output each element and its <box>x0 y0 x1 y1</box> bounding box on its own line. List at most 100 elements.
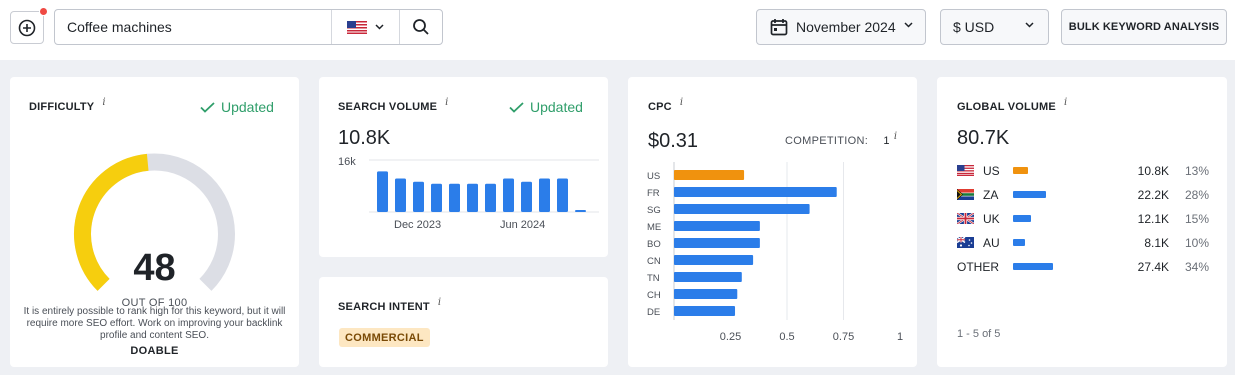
plus-circle-icon <box>18 19 36 36</box>
search-volume-title: SEARCH VOLUME i <box>338 97 449 113</box>
sv-bar[interactable] <box>503 178 514 212</box>
sv-bar[interactable] <box>539 178 550 212</box>
difficulty-title-text: DIFFICULTY <box>29 101 95 113</box>
info-icon[interactable]: i <box>438 297 441 308</box>
sv-x-label-dec-2023: Dec 2023 <box>394 219 442 231</box>
search-volume-title-text: SEARCH VOLUME <box>338 101 438 113</box>
cpc-x-tick-label: 0.75 <box>833 331 854 343</box>
gv-row-au: AU 8.1K 10% <box>957 235 1209 251</box>
info-icon[interactable]: i <box>680 97 683 108</box>
cpc-category-label: DE <box>647 307 660 318</box>
cpc-bar[interactable] <box>674 221 760 231</box>
sv-bar[interactable] <box>395 178 406 212</box>
difficulty-level: DOABLE <box>130 345 179 357</box>
cpc-bar[interactable] <box>674 272 742 282</box>
currency-select[interactable]: $ USD <box>940 9 1049 45</box>
difficulty-title: DIFFICULTY i <box>29 97 106 113</box>
info-icon[interactable]: i <box>102 97 105 108</box>
cpc-bar[interactable] <box>674 187 837 197</box>
gv-volume: 22.2K <box>1137 188 1169 202</box>
cpc-bar[interactable] <box>674 255 754 265</box>
global-volume-title: GLOBAL VOLUME i <box>957 97 1067 113</box>
gv-country-code: US <box>983 164 1000 178</box>
gv-row-za: ZA 22.2K 28% <box>957 187 1209 203</box>
difficulty-score: 48 <box>133 247 176 289</box>
currency-label: $ USD <box>953 19 995 35</box>
sv-x-label-jun-2024: Jun 2024 <box>500 219 546 231</box>
check-icon <box>200 101 215 113</box>
gv-volume: 12.1K <box>1137 212 1169 226</box>
gv-percent: 10% <box>1184 236 1209 250</box>
country-select[interactable] <box>331 10 399 44</box>
gv-country-code: ZA <box>983 188 999 202</box>
global-volume-value: 80.7K <box>957 127 1010 149</box>
sv-bar[interactable] <box>467 183 478 212</box>
date-select[interactable]: November 2024 <box>756 9 926 45</box>
bulk-label: BULK KEYWORD ANALYSIS <box>1068 21 1220 33</box>
za-flag-icon <box>957 189 974 200</box>
cpc-bar[interactable] <box>674 170 745 180</box>
gv-row-other: OTHER 27.4K 34% <box>957 259 1209 275</box>
info-icon[interactable]: i <box>445 97 448 108</box>
competition: COMPETITION: 1i <box>785 131 897 147</box>
uk-flag-icon <box>957 213 974 224</box>
cpc-category-label: SG <box>647 205 661 216</box>
info-icon[interactable]: i <box>1064 97 1067 108</box>
keyword-search-input[interactable] <box>55 10 331 44</box>
search-volume-chart <box>369 159 599 213</box>
us-flag-icon <box>957 165 974 176</box>
sv-bar[interactable] <box>521 181 532 212</box>
cpc-bar[interactable] <box>674 204 810 214</box>
calendar-icon <box>770 19 788 36</box>
sv-bar[interactable] <box>377 171 388 212</box>
cpc-x-tick-label: 0.25 <box>720 331 741 343</box>
gv-row-uk: UK 12.1K 15% <box>957 211 1209 227</box>
bulk-keyword-analysis-button[interactable]: BULK KEYWORD ANALYSIS <box>1061 9 1227 45</box>
gv-percent: 13% <box>1184 164 1209 178</box>
chevron-down-icon <box>904 22 913 28</box>
au-flag-icon <box>957 237 974 248</box>
check-icon <box>509 101 524 113</box>
cpc-bar[interactable] <box>674 238 760 248</box>
sv-bar[interactable] <box>413 181 424 212</box>
cpc-bar[interactable] <box>674 289 738 299</box>
search-volume-updated-status: Updated <box>509 99 583 115</box>
top-toolbar: November 2024 $ USD BULK KEYWORD ANALYSI… <box>0 0 1235 60</box>
competition-value: 1 <box>883 135 890 147</box>
cpc-bar[interactable] <box>674 306 736 316</box>
gv-share-bar <box>1013 239 1025 246</box>
cpc-card: CPC i $0.31 COMPETITION: 1i US FR SG ME BO CN T… <box>628 77 917 367</box>
chevron-down-icon <box>375 24 384 30</box>
gv-country-code: AU <box>983 236 1000 250</box>
notification-dot <box>39 7 48 16</box>
sv-bar[interactable] <box>431 183 442 212</box>
search-intent-card: SEARCH INTENT i <box>319 277 608 367</box>
gv-share-bar <box>1013 215 1031 222</box>
updated-text: Updated <box>530 99 583 115</box>
gv-share-bar <box>1013 191 1046 198</box>
gv-country-code: UK <box>983 212 1000 226</box>
cpc-x-tick-label: 0.5 <box>779 331 794 343</box>
difficulty-updated-status: Updated <box>200 99 274 115</box>
sv-bar[interactable] <box>449 183 460 212</box>
info-icon[interactable]: i <box>894 131 898 142</box>
chevron-down-icon <box>1025 22 1034 28</box>
add-project-button[interactable] <box>10 7 48 44</box>
search-intent-title: SEARCH INTENT i <box>338 297 441 313</box>
sv-bar[interactable] <box>557 178 568 212</box>
sv-y-tick-label: 16k <box>338 156 356 168</box>
gv-volume: 8.1K <box>1144 236 1169 250</box>
cpc-category-label: FR <box>647 188 660 199</box>
difficulty-description: It is entirely possible to rank high for… <box>23 306 286 341</box>
us-flag-icon <box>347 20 367 34</box>
global-volume-title-text: GLOBAL VOLUME <box>957 101 1056 113</box>
search-volume-card: SEARCH VOLUME i Updated 10.8K 16k Dec 202… <box>319 77 608 257</box>
global-volume-pager: 1 - 5 of 5 <box>957 328 1001 340</box>
search-button[interactable] <box>399 10 442 44</box>
gv-row-us: US 10.8K 13% <box>957 163 1209 179</box>
sv-bar[interactable] <box>485 183 496 212</box>
gv-percent: 28% <box>1184 188 1209 202</box>
sv-bar[interactable] <box>575 210 586 212</box>
cpc-by-country-chart: US FR SG ME BO CN TN CH DE 0.25 0.5 0.75 1 <box>647 162 903 343</box>
cpc-x-tick-label: 1 <box>897 331 903 343</box>
